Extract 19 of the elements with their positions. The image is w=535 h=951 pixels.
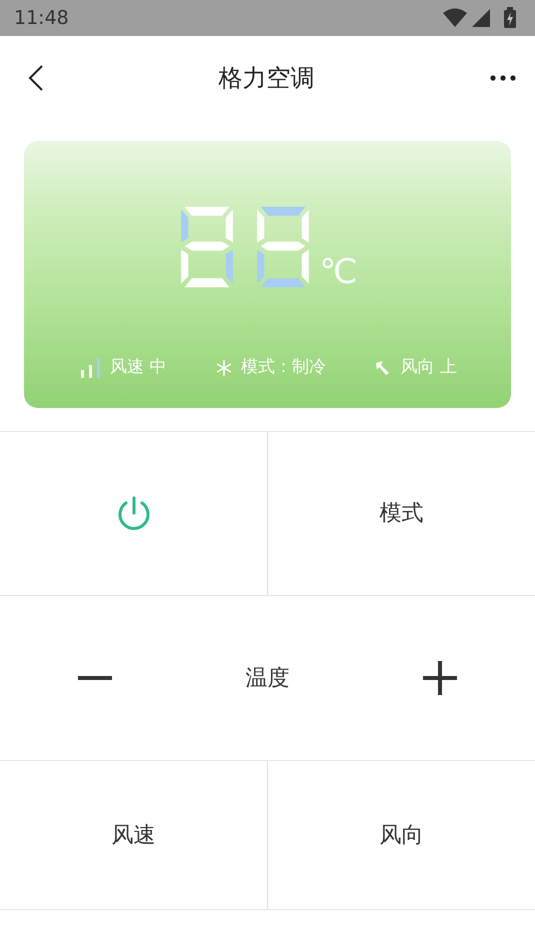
more-dots-icon: [489, 74, 517, 82]
signal-bars-icon: [78, 356, 102, 379]
battery-charging-icon: [503, 7, 517, 29]
celsius-unit: ℃: [319, 255, 358, 289]
status-label: 风速 中: [110, 356, 167, 379]
status-label: 风向 上: [400, 356, 457, 379]
page-title: 格力空调: [218, 63, 314, 94]
wifi-icon: [443, 8, 467, 28]
minus-icon: [78, 676, 112, 680]
status-time: 11:48: [14, 6, 69, 31]
status-label: 模式：制冷: [240, 356, 326, 379]
mode-button[interactable]: 模式: [372, 493, 432, 534]
back-chevron-icon: [28, 64, 44, 92]
fan-speed-button[interactable]: 风速: [104, 814, 164, 856]
snowflake-icon: [214, 358, 233, 377]
air-direction-button[interactable]: 风向: [372, 814, 432, 856]
cellular-signal-icon: [471, 8, 491, 28]
plus-icon: [423, 661, 457, 695]
temperature-label: 温度: [246, 664, 290, 692]
